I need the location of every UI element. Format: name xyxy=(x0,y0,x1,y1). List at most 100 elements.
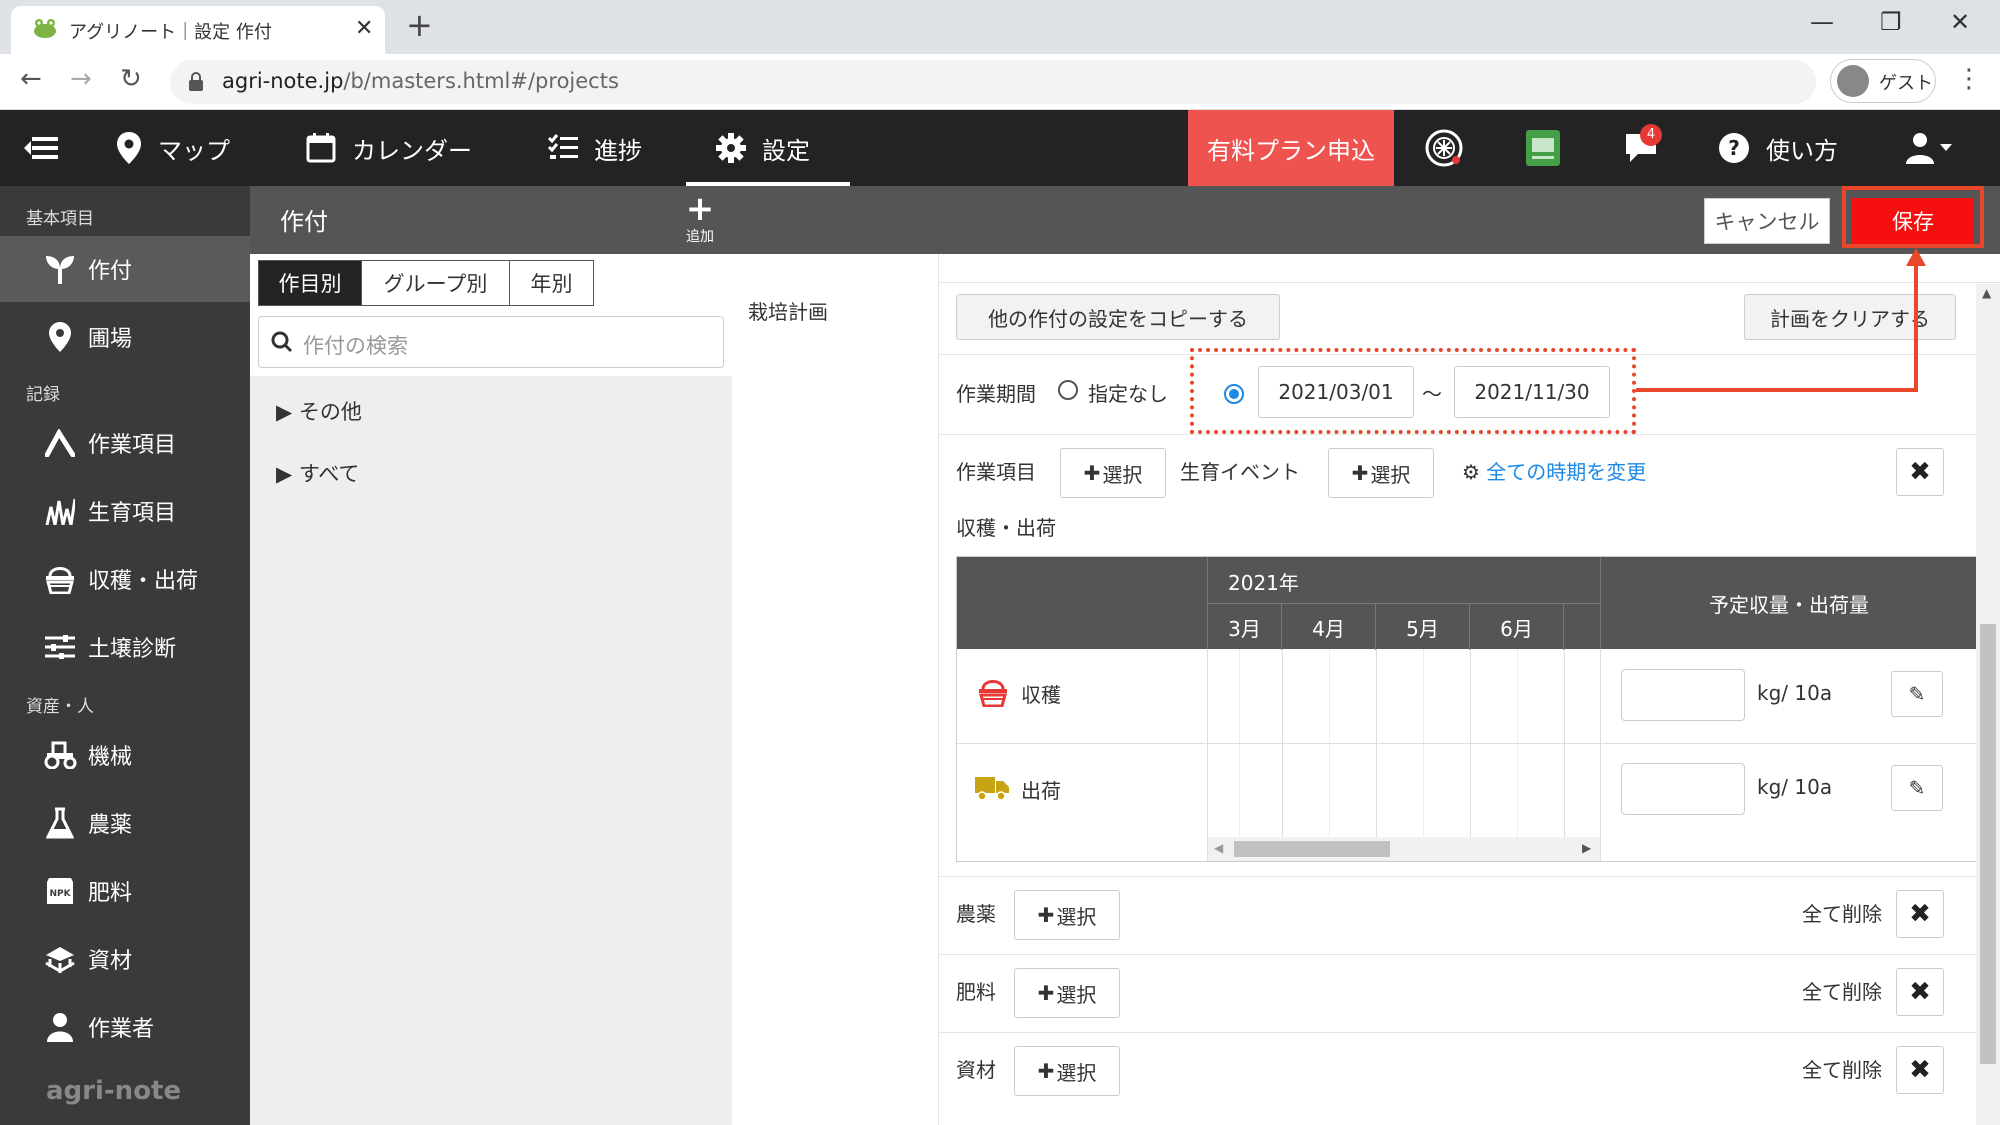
pesticide-remove-button[interactable]: ✖ xyxy=(1896,890,1944,938)
pesticide-delete-all[interactable]: 全て削除 xyxy=(1802,898,1882,927)
nav-settings[interactable]: 設定 xyxy=(716,110,810,186)
sidebar-item-label: 作業項目 xyxy=(88,433,177,458)
new-tab-icon[interactable]: + xyxy=(406,8,433,42)
select-label: 選択 xyxy=(1056,1060,1097,1085)
back-icon[interactable]: ← xyxy=(20,64,42,94)
nav-calendar[interactable]: カレンダー xyxy=(306,110,472,186)
period-none-label: 指定なし xyxy=(1088,382,1168,406)
scroll-thumb[interactable] xyxy=(1980,624,1996,1064)
harvest-qty-input[interactable] xyxy=(1621,669,1745,721)
tree-node-label: すべて xyxy=(298,462,360,486)
avatar xyxy=(1837,65,1869,97)
sidebar-item-label: 土壌診断 xyxy=(88,637,177,662)
calendar-icon xyxy=(306,133,336,163)
premium-plan-button[interactable]: 有料プラン申込 xyxy=(1188,110,1394,186)
forward-icon[interactable]: → xyxy=(70,64,92,94)
materials-remove-button[interactable]: ✖ xyxy=(1896,1046,1944,1094)
work-items-select-button[interactable]: ✚ 選択 xyxy=(1060,448,1166,498)
materials-label: 資材 xyxy=(956,1058,996,1082)
shipping-row-label: 出荷 xyxy=(1021,779,1061,803)
sidebar-item-label: 作業者 xyxy=(88,1017,155,1042)
sidebar-item-materials[interactable]: 資材 xyxy=(0,926,250,992)
scroll-right-icon[interactable]: ▶ xyxy=(1582,841,1591,855)
menu-kebab-icon[interactable]: ⋮ xyxy=(1956,64,1982,94)
copy-settings-button[interactable]: 他の作付の設定をコピーする xyxy=(956,294,1280,340)
restore-icon[interactable]: ❐ xyxy=(1880,8,1902,36)
sidebar-item-fields[interactable]: 圃場 xyxy=(0,304,250,370)
window-close-icon[interactable]: ✕ xyxy=(1950,8,1970,36)
support-icon[interactable] xyxy=(1424,110,1480,186)
divider xyxy=(939,282,2000,283)
timeline-scrollbar[interactable]: ◀ ▶ xyxy=(1208,837,1600,861)
fertilizer-remove-button[interactable]: ✖ xyxy=(1896,968,1944,1016)
sidebar-item-growth-items[interactable]: 生育項目 xyxy=(0,478,250,544)
scroll-thumb[interactable] xyxy=(1234,841,1390,857)
sidebar-item-fertilizers[interactable]: NPK 肥料 xyxy=(0,858,250,924)
profile-button[interactable]: ゲスト xyxy=(1830,59,1936,103)
sidebar-item-harvest-shipping[interactable]: 収穫・出荷 xyxy=(0,546,250,612)
plus-icon: ✚ xyxy=(1037,981,1055,1005)
page-scrollbar[interactable]: ▲ xyxy=(1976,284,2000,1125)
tree-node-other[interactable]: ▶ その他 xyxy=(276,396,362,426)
fertilizer-delete-all[interactable]: 全て削除 xyxy=(1802,976,1882,1005)
notification-icon[interactable] xyxy=(1624,110,1674,186)
shipping-qty-input[interactable] xyxy=(1621,763,1745,815)
pesticide-label: 農薬 xyxy=(956,902,996,926)
pesticide-select-button[interactable]: ✚ 選択 xyxy=(1014,890,1120,940)
help-label: 使い方 xyxy=(1766,136,1838,165)
view-segment-control: 作目別 グループ別 年別 xyxy=(258,260,594,306)
nav-progress[interactable]: 進捗 xyxy=(548,110,642,186)
period-none-radio[interactable] xyxy=(1058,380,1078,400)
change-all-periods-link[interactable]: ⚙ 全ての時期を変更 xyxy=(1462,456,1646,485)
flask-icon xyxy=(42,807,78,839)
remove-work-items-button[interactable]: ✖ xyxy=(1896,448,1944,496)
scroll-up-icon[interactable]: ▲ xyxy=(1982,286,1991,300)
fertilizer-select-button[interactable]: ✚ 選択 xyxy=(1014,968,1120,1018)
clear-plan-button[interactable]: 計画をクリアする xyxy=(1744,294,1956,340)
sidebar-item-label: 資材 xyxy=(88,949,133,974)
segment-by-crop[interactable]: 作目別 xyxy=(258,260,362,306)
scroll-left-icon[interactable]: ◀ xyxy=(1214,841,1223,855)
minimize-icon[interactable]: — xyxy=(1810,8,1834,36)
page-title: 作付 xyxy=(280,208,328,236)
cancel-button[interactable]: キャンセル xyxy=(1704,198,1830,244)
materials-select-button[interactable]: ✚ 選択 xyxy=(1014,1046,1120,1096)
nav-map[interactable]: マップ xyxy=(116,110,230,186)
work-items-label: 作業項目 xyxy=(956,460,1036,484)
sidebar-item-work-items[interactable]: 作業項目 xyxy=(0,410,250,476)
sidebar-item-machines[interactable]: 機械 xyxy=(0,722,250,788)
browser-tab[interactable]: アグリノート｜設定 作付 ✕ xyxy=(11,6,385,54)
shipping-unit: kg/ 10a xyxy=(1757,775,1833,799)
close-tab-icon[interactable]: ✕ xyxy=(355,16,373,41)
sidebar-item-pesticides[interactable]: 農薬 xyxy=(0,790,250,856)
tree-node-all[interactable]: ▶ すべて xyxy=(276,458,360,488)
add-button[interactable]: + 追加 xyxy=(682,192,718,246)
gear-icon xyxy=(716,133,746,163)
materials-delete-all[interactable]: 全て削除 xyxy=(1802,1054,1882,1083)
url-path: /b/masters.html#/projects xyxy=(343,69,619,93)
sidebar-item-workers[interactable]: 作業者 xyxy=(0,994,250,1060)
harvest-edit-button[interactable]: ✎ xyxy=(1891,671,1943,717)
growth-event-select-button[interactable]: ✚ 選択 xyxy=(1328,448,1434,498)
nav-map-label: マップ xyxy=(158,136,230,165)
sliders-icon xyxy=(42,635,78,659)
crop-search-input[interactable]: 作付の検索 xyxy=(258,316,724,368)
month-header: 3月 4月 5月 6月 xyxy=(1208,603,1600,650)
qty-header: 予定収量・出荷量 xyxy=(1601,557,1977,649)
sidebar-item-label: 収穫・出荷 xyxy=(88,569,199,594)
plus-icon: ✚ xyxy=(1037,1059,1055,1083)
hamburger-icon[interactable] xyxy=(24,110,74,186)
journal-icon[interactable] xyxy=(1524,110,1578,186)
user-menu-icon[interactable] xyxy=(1906,110,1970,186)
sidebar-item-crops[interactable]: 作付 xyxy=(0,236,250,302)
frog-favicon-icon xyxy=(33,18,57,38)
url-field[interactable]: agri-note.jp/b/masters.html#/projects xyxy=(170,60,1816,104)
segment-by-group[interactable]: グループ別 xyxy=(362,260,510,306)
reload-icon[interactable]: ↻ xyxy=(120,64,142,94)
plus-icon: + xyxy=(685,189,715,229)
sidebar-item-soil[interactable]: 土壌診断 xyxy=(0,614,250,680)
month-label: 3月 xyxy=(1208,604,1282,650)
shipping-edit-button[interactable]: ✎ xyxy=(1891,765,1943,811)
segment-by-year[interactable]: 年別 xyxy=(510,260,594,306)
help-button[interactable]: ? 使い方 xyxy=(1718,110,1838,186)
